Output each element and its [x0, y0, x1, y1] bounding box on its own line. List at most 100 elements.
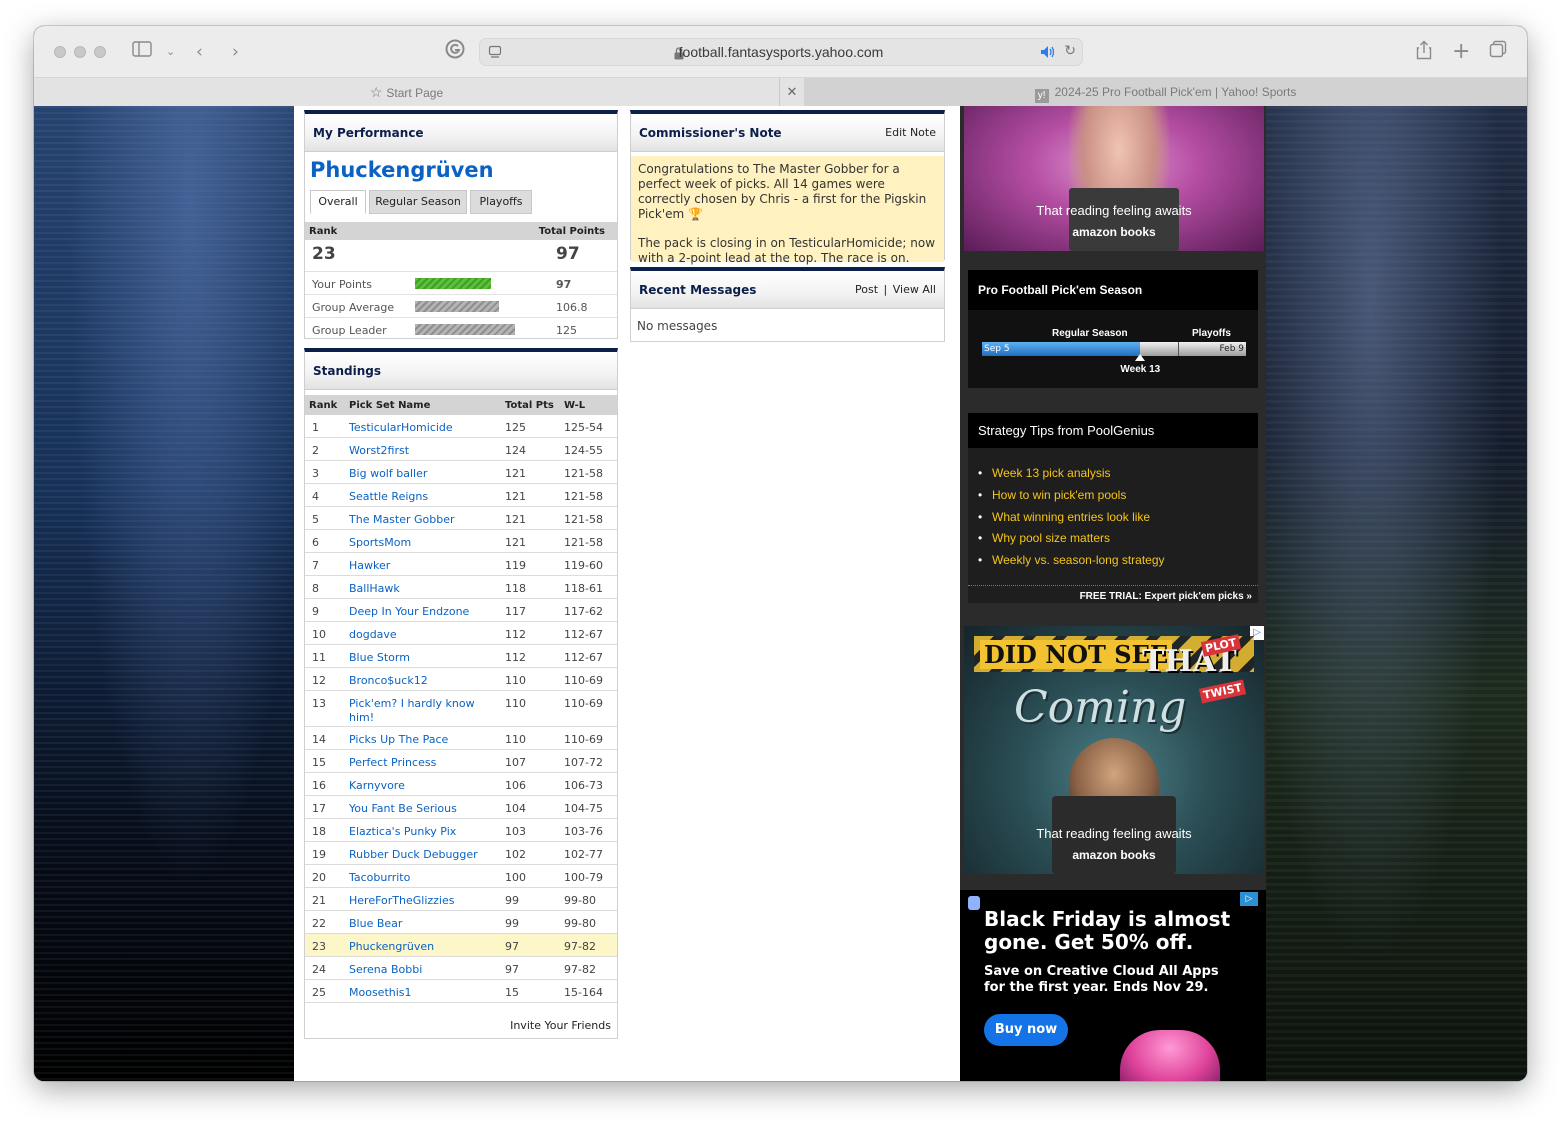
col-rank: Rank [309, 400, 338, 411]
team-name[interactable]: Phuckengrüven [310, 158, 494, 182]
tip-link[interactable]: How to win pick'em pools [978, 488, 1126, 502]
buy-now-button[interactable]: Buy now [984, 1014, 1068, 1046]
row-pick-set-name[interactable]: Rubber Duck Debugger [349, 848, 479, 862]
reload-icon[interactable]: ↻ [1064, 43, 1076, 59]
row-wl: 121-58 [564, 490, 603, 503]
ad-choices-icon[interactable]: ▷ [1240, 892, 1258, 906]
row-total-pts: 15 [505, 986, 519, 999]
row-pick-set-name[interactable]: Elaztica's Punky Pix [349, 825, 479, 839]
forward-icon[interactable]: › [232, 40, 239, 64]
amazon-books-ad-middle[interactable]: ▷ DID NOT SEE THAT PLOT TWIST Coming Tha… [964, 626, 1264, 874]
perf-row-group-average: Group Average 106.8 [305, 294, 617, 317]
row-pick-set-name[interactable]: TesticularHomicide [349, 421, 479, 435]
edit-note-link[interactable]: Edit Note [885, 126, 936, 139]
row-total-pts: 103 [505, 825, 526, 838]
playoffs-label: Playoffs [1192, 328, 1231, 339]
row-pick-set-name[interactable]: Big wolf baller [349, 467, 479, 481]
row-wl: 107-72 [564, 756, 603, 769]
row-wl: 110-69 [564, 674, 603, 687]
close-tab-icon[interactable]: ✕ [780, 78, 804, 106]
row-wl: 121-58 [564, 467, 603, 480]
tab-overall[interactable]: Overall [310, 190, 366, 214]
row-wl: 15-164 [564, 986, 603, 999]
row-pick-set-name[interactable]: HereForTheGlizzies [349, 894, 479, 908]
ad-brand: amazon books [1072, 225, 1156, 239]
url-text: football.fantasysports.yahoo.com [678, 44, 884, 60]
your-points-bar [415, 278, 491, 289]
row-pick-set-name[interactable]: Moosethis1 [349, 986, 479, 1000]
row-pick-set-name[interactable]: dogdave [349, 628, 479, 642]
col-total-points: Total Points [538, 226, 605, 237]
address-bar[interactable]: football.fantasysports.yahoo.com ↻ [479, 38, 1083, 66]
close-window-button[interactable] [54, 46, 66, 58]
row-pick-set-name[interactable]: Hawker [349, 559, 479, 573]
tip-link[interactable]: Why pool size matters [978, 531, 1110, 545]
speaker-icon[interactable] [1040, 44, 1056, 63]
post-message-link[interactable]: Post [855, 283, 878, 296]
chevron-down-icon[interactable]: ⌄ [166, 40, 175, 64]
share-icon[interactable] [1416, 40, 1432, 67]
group-leader-bar [415, 324, 515, 335]
tab-yahoo-pickem[interactable]: y! 2024-25 Pro Football Pick'em | Yahoo! … [804, 78, 1527, 106]
row-rank: 6 [312, 536, 319, 549]
ad-brand: amazon books [1072, 848, 1156, 862]
row-rank: 25 [312, 986, 326, 999]
recent-messages-module: Recent Messages Post | View All No messa… [630, 267, 945, 342]
new-tab-icon[interactable]: + [1452, 40, 1470, 64]
invite-friends-link[interactable]: Invite Your Friends [510, 1019, 611, 1032]
row-pick-set-name[interactable]: Karnyvore [349, 779, 479, 793]
table-row: 7 Hawker 119 119-60 [305, 553, 617, 576]
tip-link[interactable]: What winning entries look like [978, 510, 1150, 524]
regular-season-label: Regular Season [1052, 328, 1128, 339]
tip-link[interactable]: Weekly vs. season-long strategy [978, 553, 1164, 567]
row-pick-set-name[interactable]: SportsMom [349, 536, 479, 550]
sidebar-icon[interactable] [132, 40, 152, 64]
row-pick-set-name[interactable]: The Master Gobber [349, 513, 479, 527]
row-rank: 15 [312, 756, 326, 769]
separator: | [883, 283, 888, 296]
row-label: Group Leader [312, 324, 387, 337]
row-pick-set-name[interactable]: Phuckengrüven [349, 940, 479, 954]
zoom-window-button[interactable] [94, 46, 106, 58]
row-label: Group Average [312, 301, 395, 314]
row-pick-set-name[interactable]: BallHawk [349, 582, 479, 596]
back-icon[interactable]: ‹ [196, 40, 203, 64]
view-all-link[interactable]: View All [893, 283, 936, 296]
adobe-creative-cloud-ad[interactable]: ▷ Black Friday is almost gone. Get 50% o… [960, 890, 1266, 1081]
tab-label: Start Page [386, 86, 444, 100]
row-pick-set-name[interactable]: Picks Up The Pace [349, 733, 479, 747]
standings-header: Rank Pick Set Name Total Pts W-L [305, 395, 617, 415]
row-pick-set-name[interactable]: Tacoburrito [349, 871, 479, 885]
tab-start-page[interactable]: ☆ Start Page [34, 78, 780, 106]
strategy-tips-module: Strategy Tips from PoolGenius Week 13 pi… [968, 413, 1258, 603]
row-total-pts: 118 [505, 582, 526, 595]
right-sidebar: That reading feeling awaits amazon books… [960, 106, 1266, 1081]
free-trial-link[interactable]: FREE TRIAL: Expert pick'em picks » [968, 585, 1258, 602]
row-total-pts: 107 [505, 756, 526, 769]
row-wl: 99-80 [564, 894, 596, 907]
row-rank: 10 [312, 628, 326, 641]
row-pick-set-name[interactable]: Perfect Princess [349, 756, 479, 770]
row-pick-set-name[interactable]: Worst2first [349, 444, 479, 458]
row-wl: 112-67 [564, 628, 603, 641]
tab-regular-season[interactable]: Regular Season [369, 190, 467, 214]
tab-playoffs[interactable]: Playoffs [470, 190, 532, 214]
minimize-window-button[interactable] [74, 46, 86, 58]
row-rank: 1 [312, 421, 319, 434]
current-week-marker [1135, 354, 1146, 361]
row-pick-set-name[interactable]: Seattle Reigns [349, 490, 479, 504]
row-wl: 102-77 [564, 848, 603, 861]
row-pick-set-name[interactable]: Blue Bear [349, 917, 479, 931]
row-rank: 3 [312, 467, 319, 480]
row-pick-set-name[interactable]: You Fant Be Serious [349, 802, 479, 816]
amazon-books-ad-top[interactable]: That reading feeling awaits amazon books [964, 106, 1264, 251]
row-pick-set-name[interactable]: Bronco$uck12 [349, 674, 479, 688]
tip-link[interactable]: Week 13 pick analysis [978, 466, 1110, 480]
row-pick-set-name[interactable]: Deep In Your Endzone [349, 605, 479, 619]
row-pick-set-name[interactable]: Pick'em? I hardly know him! [349, 697, 479, 725]
season-track: Sep 5 Feb 9 [982, 342, 1246, 356]
tab-overview-icon[interactable] [1489, 40, 1507, 65]
row-pick-set-name[interactable]: Serena Bobbi [349, 963, 479, 977]
grammarly-icon[interactable] [445, 39, 465, 66]
row-pick-set-name[interactable]: Blue Storm [349, 651, 479, 665]
